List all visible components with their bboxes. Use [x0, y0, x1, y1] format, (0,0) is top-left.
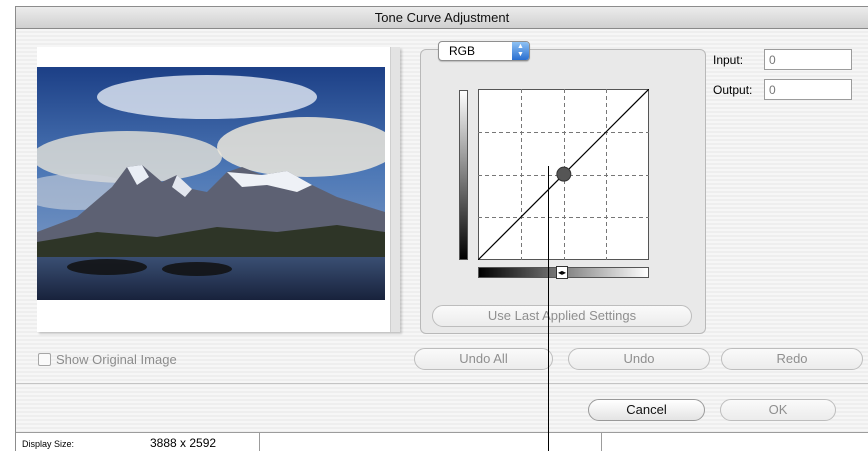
preview-image: [37, 67, 385, 300]
display-size-label: Display Size:: [22, 439, 75, 449]
use-last-settings-button[interactable]: Use Last Applied Settings: [432, 305, 692, 327]
undo-button[interactable]: Undo: [568, 348, 710, 370]
channel-value: RGB: [449, 44, 476, 58]
up-down-arrows-icon: ▲ ▼: [512, 42, 529, 60]
status-divider: [601, 433, 602, 451]
output-gradient-bar: [459, 90, 468, 260]
input-label: Input:: [713, 53, 744, 67]
footer-separator: [16, 383, 868, 384]
image-preview-panel: [37, 47, 400, 332]
undo-all-button[interactable]: Undo All: [414, 348, 553, 370]
annotation-pointer-line: [548, 166, 549, 451]
status-bar: Display Size: 3888 x 2592: [16, 432, 868, 451]
channel-select[interactable]: RGB ▲ ▼: [438, 41, 530, 61]
output-label: Output:: [713, 83, 753, 97]
dialog-window: Tone Curve Adjustment RGB ▲ ▼ ◂▸ Use Las…: [15, 6, 868, 451]
input-field[interactable]: 0: [764, 49, 852, 70]
window-title: Tone Curve Adjustment: [16, 7, 868, 29]
tone-curve-graph[interactable]: [478, 89, 649, 260]
output-field[interactable]: 0: [764, 79, 852, 100]
double-arrow-icon[interactable]: ◂▸: [556, 266, 568, 279]
status-divider: [259, 433, 260, 451]
preview-scrollbar[interactable]: [390, 47, 400, 332]
cancel-button[interactable]: Cancel: [588, 399, 705, 421]
redo-button[interactable]: Redo: [721, 348, 863, 370]
show-original-label: Show Original Image: [56, 352, 177, 367]
ok-button[interactable]: OK: [720, 399, 836, 421]
curve-control-point[interactable]: [556, 166, 572, 182]
show-original-checkbox[interactable]: [38, 353, 51, 366]
display-size-value: 3888 x 2592: [150, 436, 217, 450]
